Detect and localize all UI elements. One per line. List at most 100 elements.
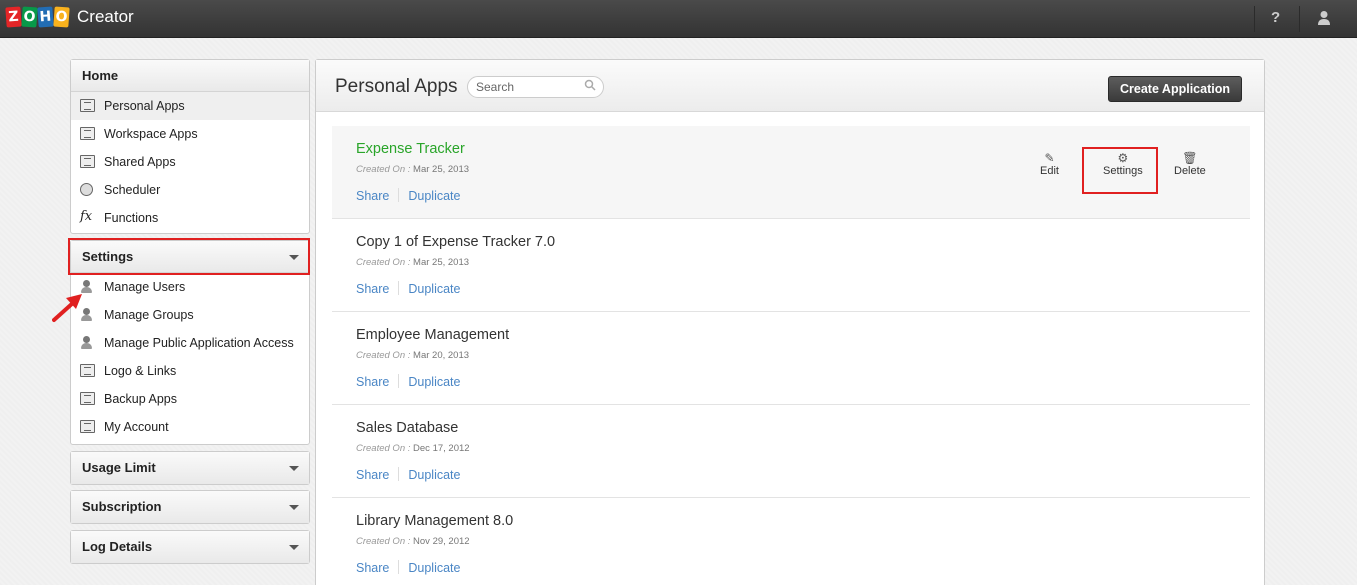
chevron-down-icon [289, 505, 299, 510]
app-links: Share Duplicate [356, 188, 460, 203]
app-name[interactable]: Library Management 8.0 [356, 513, 513, 529]
list-icon [80, 99, 95, 112]
created-on: Created On : Mar 25, 2013 [356, 164, 470, 175]
user-profile-icon[interactable] [1317, 10, 1331, 26]
duplicate-link[interactable]: Duplicate [408, 189, 460, 203]
log-details-panel[interactable]: Log Details [70, 530, 310, 564]
app-name[interactable]: Copy 1 of Expense Tracker 7.0 [356, 234, 555, 250]
app-name[interactable]: Sales Database [356, 420, 458, 436]
sidebar-item-label: Backup Apps [104, 392, 177, 406]
sidebar-item-label: Shared Apps [104, 155, 176, 169]
duplicate-link[interactable]: Duplicate [408, 561, 460, 575]
app-row[interactable]: Employee Management Created On : Mar 20,… [332, 312, 1250, 405]
user-icon [80, 336, 95, 349]
sidebar-item-workspace-apps[interactable]: Workspace Apps [71, 120, 309, 148]
created-on: Created On : Mar 25, 2013 [356, 257, 470, 268]
main-header: Personal Apps Create Application [316, 60, 1264, 112]
sidebar-item-label: Scheduler [104, 183, 161, 197]
sidebar-item-label: Workspace Apps [104, 127, 198, 141]
sidebar-item-label: Logo & Links [104, 364, 177, 378]
app-row[interactable]: Library Management 8.0 Created On : Nov … [332, 498, 1250, 585]
app-links: Share Duplicate [356, 467, 460, 482]
sidebar-item-label: Functions [104, 211, 159, 225]
log-details-label: Log Details [82, 539, 153, 554]
log-details-header[interactable]: Log Details [71, 531, 309, 563]
sidebar-item-my-account[interactable]: My Account [71, 413, 309, 441]
logo-letter: H [37, 6, 54, 28]
pencil-icon: ✎ [1044, 151, 1055, 165]
list-icon [80, 155, 95, 168]
usage-limit-label: Usage Limit [82, 460, 156, 475]
help-icon[interactable]: ? [1271, 9, 1280, 26]
created-date: Dec 17, 2012 [413, 443, 470, 454]
backup-icon [80, 392, 95, 405]
product-name: Creator [77, 7, 134, 26]
settings-button[interactable]: ⚙ Settings [1103, 151, 1143, 177]
duplicate-link[interactable]: Duplicate [408, 468, 460, 482]
chevron-down-icon [289, 255, 299, 260]
sidebar-item-manage-groups[interactable]: Manage Groups [71, 301, 309, 329]
fx-icon: fx [80, 209, 93, 224]
logo-icon [80, 364, 95, 377]
top-bar: Z O H O Creator ? [0, 0, 1357, 38]
app-links: Share Duplicate [356, 281, 460, 296]
created-on: Created On : Dec 17, 2012 [356, 443, 470, 454]
sidebar-item-label: My Account [104, 420, 169, 434]
topbar-divider [1254, 6, 1255, 32]
created-on: Created On : Mar 20, 2013 [356, 350, 470, 361]
home-header[interactable]: Home [71, 60, 309, 92]
sidebar-item-backup-apps[interactable]: Backup Apps [71, 385, 309, 413]
app-row[interactable]: Expense Tracker Created On : Mar 25, 201… [332, 126, 1250, 219]
share-link[interactable]: Share [356, 561, 389, 575]
app-links: Share Duplicate [356, 374, 460, 389]
sidebar-item-logo-links[interactable]: Logo & Links [71, 357, 309, 385]
sidebar-item-scheduler[interactable]: Scheduler [71, 176, 309, 204]
sidebar-item-label: Manage Groups [104, 308, 194, 322]
account-icon [80, 420, 95, 433]
share-link[interactable]: Share [356, 282, 389, 296]
settings-header[interactable]: Settings [71, 241, 309, 273]
duplicate-link[interactable]: Duplicate [408, 282, 460, 296]
home-panel: Home Personal Apps Workspace Apps Shared… [70, 59, 310, 234]
chevron-down-icon [289, 545, 299, 550]
sidebar-item-functions[interactable]: fx Functions [71, 204, 309, 232]
sidebar-item-label: Manage Users [104, 280, 186, 294]
app-links: Share Duplicate [356, 560, 460, 575]
sidebar-item-shared-apps[interactable]: Shared Apps [71, 148, 309, 176]
usage-limit-header[interactable]: Usage Limit [71, 452, 309, 484]
trash-icon: 🗑 [1182, 151, 1198, 165]
app-name[interactable]: Expense Tracker [356, 141, 465, 157]
duplicate-link[interactable]: Duplicate [408, 375, 460, 389]
edit-button[interactable]: ✎ Edit [1040, 151, 1059, 177]
created-date: Nov 29, 2012 [413, 536, 470, 547]
share-link[interactable]: Share [356, 189, 389, 203]
sidebar-item-manage-public-access[interactable]: Manage Public Application Access [71, 329, 309, 357]
sidebar-item-personal-apps[interactable]: Personal Apps [71, 92, 309, 120]
sidebar-item-manage-users[interactable]: Manage Users [71, 273, 309, 301]
gear-icon: ⚙ [1117, 151, 1129, 165]
search-icon[interactable] [584, 79, 596, 91]
subscription-header[interactable]: Subscription [71, 491, 309, 523]
app-row[interactable]: Sales Database Created On : Dec 17, 2012… [332, 405, 1250, 498]
app-row[interactable]: Copy 1 of Expense Tracker 7.0 Created On… [332, 219, 1250, 312]
share-link[interactable]: Share [356, 468, 389, 482]
sidebar-item-label: Manage Public Application Access [104, 336, 294, 350]
create-application-button[interactable]: Create Application [1108, 76, 1242, 102]
subscription-panel[interactable]: Subscription [70, 490, 310, 524]
share-link[interactable]: Share [356, 375, 389, 389]
main-panel: Personal Apps Create Application Expense… [315, 59, 1265, 585]
chevron-down-icon [289, 466, 299, 471]
arrow-icon [52, 294, 82, 322]
created-date: Mar 25, 2013 [413, 257, 470, 268]
logo-letter: Z [5, 6, 22, 28]
logo-letter: O [53, 6, 70, 28]
sidebar-item-label: Personal Apps [104, 99, 185, 113]
clock-icon [80, 183, 93, 196]
created-date: Mar 20, 2013 [413, 350, 470, 361]
zoho-creator-logo[interactable]: Z O H O Creator [5, 6, 134, 28]
app-name[interactable]: Employee Management [356, 327, 509, 343]
settings-panel: Settings Manage Users Manage Groups Mana… [70, 240, 310, 445]
delete-button[interactable]: 🗑 Delete [1174, 151, 1206, 177]
usage-limit-panel[interactable]: Usage Limit [70, 451, 310, 485]
list-icon [80, 127, 95, 140]
